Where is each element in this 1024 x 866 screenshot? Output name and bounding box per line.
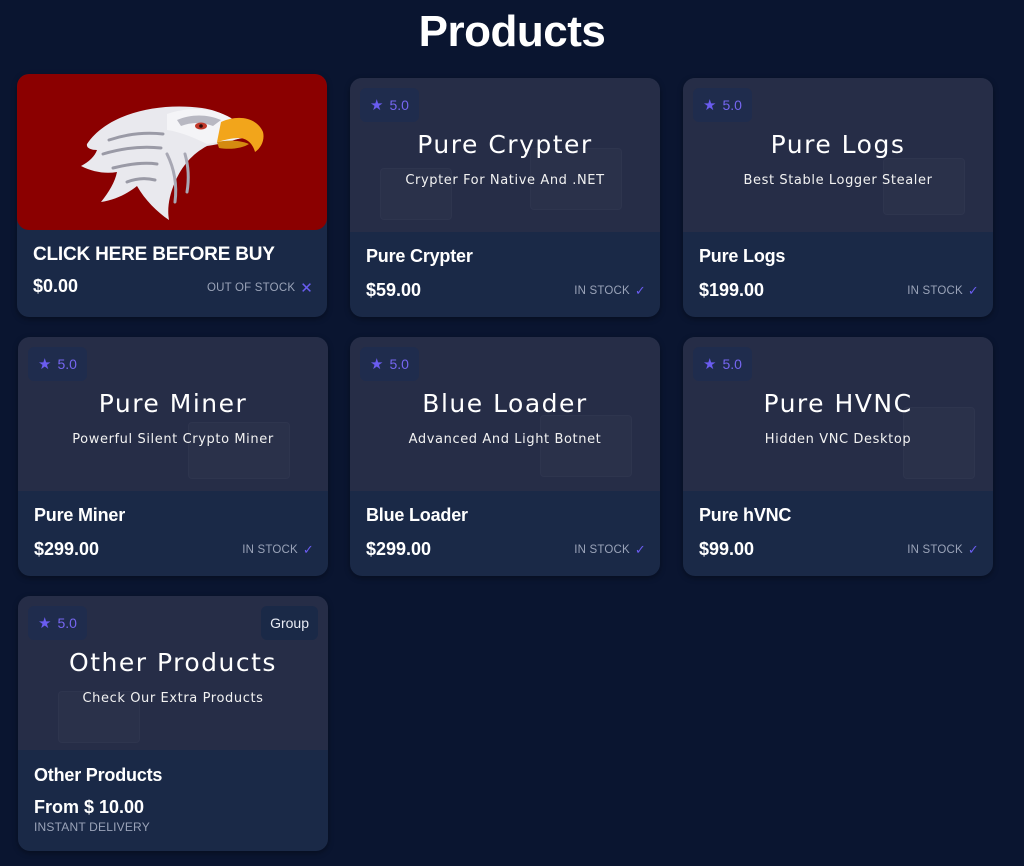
stock-status: IN STOCK ✓	[907, 283, 979, 299]
product-price: $59.00	[366, 280, 422, 300]
stock-label: OUT OF STOCK	[206, 282, 296, 294]
banner-subtitle: Advanced And Light Botnet	[408, 432, 602, 447]
page-title: Products	[418, 7, 606, 56]
rating-badge: ★ 5.0	[360, 88, 419, 122]
eagle-logo-icon	[81, 106, 264, 220]
product-price: $299.00	[34, 539, 100, 559]
product-price: $299.00	[366, 539, 432, 559]
product-name: Other Products	[34, 765, 163, 785]
rating-badge: ★ 5.0	[28, 347, 87, 381]
banner-subtitle: Hidden VNC Desktop	[764, 432, 912, 447]
banner-title: Other Products	[69, 648, 277, 677]
check-icon: ✓	[634, 283, 646, 298]
stock-status: IN STOCK ✓	[574, 542, 646, 558]
check-icon: ✓	[302, 542, 314, 557]
star-icon: ★	[703, 97, 717, 114]
banner-subtitle: Check Our Extra Products	[82, 691, 264, 706]
stock-label: IN STOCK	[907, 285, 963, 297]
banner-title: Pure Miner	[98, 389, 248, 418]
rating-value: 5.0	[722, 356, 742, 372]
product-price: $0.00	[33, 276, 79, 296]
product-card-blue-loader[interactable]: ★ 5.0 Blue Loader Advanced And Light Botn…	[350, 337, 660, 576]
check-icon: ✓	[967, 283, 979, 298]
product-card-pure-hvnc[interactable]: ★ 5.0 Pure HVNC Hidden VNC Desktop Pure h…	[683, 337, 993, 576]
product-banner: ★ 5.0 Pure HVNC Hidden VNC Desktop	[683, 337, 993, 491]
check-icon: ✓	[967, 542, 979, 557]
product-price: $199.00	[699, 280, 765, 300]
banner-subtitle: Best Stable Logger Stealer	[743, 173, 933, 188]
stock-status: OUT OF STOCK ✕	[207, 279, 313, 297]
product-name: Pure Miner	[34, 505, 126, 525]
banner-title: Pure Logs	[770, 130, 906, 159]
banner-title: Pure Crypter	[417, 130, 593, 159]
product-banner	[17, 74, 327, 230]
product-price: From $ 10.00	[34, 797, 145, 817]
stock-status: IN STOCK ✓	[242, 542, 314, 558]
rating-value: 5.0	[57, 615, 77, 631]
banner-subtitle: Powerful Silent Crypto Miner	[72, 432, 274, 447]
product-banner: ★ 5.0 Blue Loader Advanced And Light Botn…	[350, 337, 660, 491]
stock-label: IN STOCK	[242, 544, 298, 556]
star-icon: ★	[370, 356, 384, 373]
rating-value: 5.0	[389, 356, 409, 372]
stock-label: IN STOCK	[574, 544, 630, 556]
product-price: $99.00	[699, 539, 755, 559]
product-name: Pure Crypter	[366, 246, 473, 266]
rating-badge: ★ 5.0	[360, 347, 419, 381]
rating-value: 5.0	[57, 356, 77, 372]
product-name: Pure hVNC	[699, 505, 792, 525]
rating-badge: ★ 5.0	[693, 88, 752, 122]
banner-title: Blue Loader	[422, 389, 588, 418]
stock-status: IN STOCK ✓	[574, 283, 646, 299]
product-card-other-products[interactable]: ★ 5.0 Group Other Products Check Our Extr…	[18, 596, 328, 851]
stock-label: IN STOCK	[574, 285, 630, 297]
star-icon: ★	[370, 97, 384, 114]
rating-badge: ★ 5.0	[693, 347, 752, 381]
stock-label: IN STOCK	[907, 544, 963, 556]
product-name: Pure Logs	[699, 246, 786, 266]
group-badge: Group	[261, 606, 318, 640]
product-name: CLICK HERE BEFORE BUY	[33, 244, 275, 265]
x-icon: ✕	[300, 280, 313, 297]
product-name: Blue Loader	[366, 505, 468, 525]
product-banner: ★ 5.0 Pure Crypter Crypter For Native And…	[350, 78, 660, 232]
banner-decoration	[188, 422, 290, 479]
check-icon: ✓	[634, 542, 646, 557]
product-banner: ★ 5.0 Pure Miner Powerful Silent Crypto M…	[18, 337, 328, 491]
star-icon: ★	[38, 615, 52, 632]
banner-subtitle: Crypter For Native And .NET	[405, 173, 605, 188]
rating-value: 5.0	[722, 97, 742, 113]
rating-value: 5.0	[389, 97, 409, 113]
star-icon: ★	[703, 356, 717, 373]
stock-status: IN STOCK ✓	[907, 542, 979, 558]
product-banner: ★ 5.0 Pure Logs Best Stable Logger Steale…	[683, 78, 993, 232]
delivery-note: INSTANT DELIVERY	[34, 820, 150, 834]
product-card-pure-crypter[interactable]: ★ 5.0 Pure Crypter Crypter For Native And…	[350, 78, 660, 317]
product-card-pure-miner[interactable]: ★ 5.0 Pure Miner Powerful Silent Crypto M…	[18, 337, 328, 576]
banner-title: Pure HVNC	[763, 389, 913, 418]
product-card-click-here-before-buy[interactable]: CLICK HERE BEFORE BUY $0.00 OUT OF STOCK…	[17, 74, 327, 317]
product-card-pure-logs[interactable]: ★ 5.0 Pure Logs Best Stable Logger Steale…	[683, 78, 993, 317]
product-banner: ★ 5.0 Group Other Products Check Our Extr…	[18, 596, 328, 750]
star-icon: ★	[38, 356, 52, 373]
rating-badge: ★ 5.0	[28, 606, 87, 640]
